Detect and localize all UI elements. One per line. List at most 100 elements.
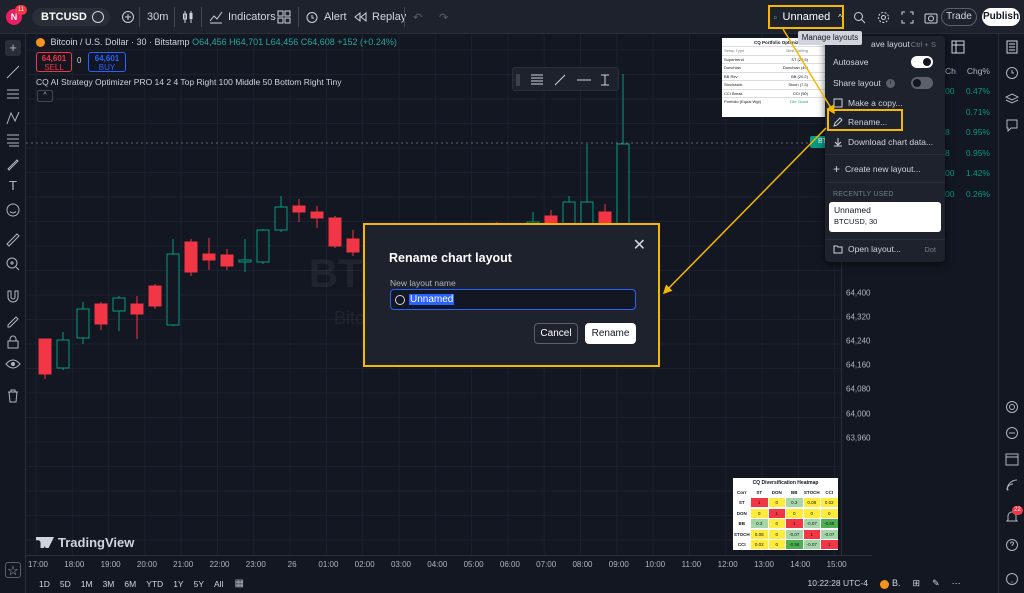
- chart-legend[interactable]: Bitcoin / U.S. Dollar · 30 · Bitstamp O6…: [36, 37, 397, 48]
- autosave-item[interactable]: Autosave: [833, 54, 939, 70]
- redo-button[interactable]: ↷: [432, 5, 455, 29]
- range-button[interactable]: All: [209, 579, 228, 589]
- watchlist-change-percent[interactable]: 0.95%: [966, 148, 990, 158]
- range-button[interactable]: 5Y: [189, 579, 209, 589]
- range-button[interactable]: 1D: [34, 579, 55, 589]
- range-button[interactable]: 6M: [119, 579, 141, 589]
- magnet-icon[interactable]: [5, 288, 21, 304]
- star-icon[interactable]: ☆: [5, 562, 21, 578]
- candle-body: [184, 241, 198, 273]
- range-button[interactable]: 3M: [98, 579, 120, 589]
- settings-button[interactable]: [870, 5, 897, 29]
- watchlist-change-percent[interactable]: 0.95%: [966, 127, 990, 137]
- info-icon[interactable]: i: [885, 78, 895, 88]
- lock-icon[interactable]: [5, 334, 21, 350]
- watchlist-change-percent[interactable]: 0.71%: [966, 107, 990, 117]
- watchlist-change-percent[interactable]: 0.47%: [966, 86, 990, 96]
- bottom-symbol[interactable]: B.: [880, 578, 901, 589]
- emoji-icon[interactable]: [5, 202, 21, 218]
- collapse-legend-icon[interactable]: ^: [37, 90, 53, 102]
- sell-button[interactable]: 64,601 SELL: [36, 52, 72, 72]
- gear-icon: [878, 11, 889, 23]
- chart-type-button[interactable]: [174, 5, 202, 29]
- publish-button[interactable]: Publish: [982, 8, 1020, 26]
- clock-time[interactable]: 10:22:28 UTC-4: [808, 578, 868, 588]
- target-icon[interactable]: [1004, 400, 1020, 416]
- time-label: 18:00: [64, 560, 85, 569]
- chevron-up-icon[interactable]: ^: [838, 13, 842, 22]
- watchlist-icon[interactable]: [1004, 40, 1020, 56]
- chat-icon[interactable]: [1004, 118, 1020, 134]
- text-icon[interactable]: T: [5, 178, 21, 194]
- quick-search-button[interactable]: [846, 5, 873, 29]
- watchlist-change[interactable]: 00: [945, 168, 954, 178]
- range-button[interactable]: YTD: [141, 579, 168, 589]
- fib-retracement-icon[interactable]: [5, 132, 21, 148]
- calendar-icon[interactable]: [1004, 452, 1020, 468]
- brush-icon[interactable]: [5, 156, 21, 172]
- watchlist-change[interactable]: 00: [945, 86, 954, 96]
- save-layout-label: ave layout: [871, 39, 910, 49]
- zoom-in-icon[interactable]: [5, 256, 21, 272]
- range-button[interactable]: 1M: [76, 579, 98, 589]
- layout-name-button[interactable]: Unnamed ^: [768, 5, 844, 29]
- trend-line-icon[interactable]: [5, 64, 21, 80]
- tradingview-logo[interactable]: TradingView: [36, 535, 134, 550]
- watchlist-change[interactable]: 8: [945, 148, 950, 158]
- watchlist-change-percent[interactable]: 1.42%: [966, 168, 990, 178]
- ruler-icon[interactable]: [5, 232, 21, 248]
- watchlist-change[interactable]: 8: [945, 127, 950, 137]
- download-data-item[interactable]: Download chart data...: [833, 134, 939, 150]
- alerts-clock-icon[interactable]: [1004, 66, 1020, 82]
- parallel-lines-icon[interactable]: [5, 86, 21, 102]
- floating-toolbar-icons: [516, 74, 609, 86]
- broadcast-icon[interactable]: [1004, 478, 1020, 494]
- autosave-toggle[interactable]: [911, 56, 933, 68]
- heatmap-cell: 0: [786, 508, 803, 518]
- edit-icon[interactable]: ✎: [932, 578, 940, 589]
- range-button[interactable]: 5D: [55, 579, 76, 589]
- watchlist-change-percent[interactable]: 0.26%: [966, 189, 990, 199]
- grid-icon[interactable]: ⊞: [913, 578, 921, 589]
- toggle-knob: [913, 79, 921, 87]
- trade-button[interactable]: Trade: [941, 8, 977, 26]
- ideas-icon[interactable]: [1004, 426, 1020, 442]
- heatmap-title: CQ Diversification Heatmap: [752, 480, 819, 486]
- more-icon[interactable]: ⋯: [952, 578, 961, 589]
- trash-icon[interactable]: [5, 388, 21, 404]
- buy-button[interactable]: 64,601 BUY: [88, 52, 126, 72]
- calendar-icon[interactable]: ▦: [234, 578, 243, 589]
- indicator-legend[interactable]: CQ AI Strategy Optimizer PRO 14 2 4 Top …: [36, 77, 342, 87]
- rename-button[interactable]: Rename: [585, 323, 636, 344]
- create-layout-item[interactable]: + Create new layout...: [833, 161, 939, 177]
- cancel-button[interactable]: Cancel: [534, 323, 578, 344]
- layout-grid-button[interactable]: [270, 5, 298, 29]
- undo-button[interactable]: ↶: [406, 5, 429, 29]
- help-icon[interactable]: [1004, 538, 1020, 554]
- recent-layout-item[interactable]: Unnamed BTCUSD, 30: [829, 202, 941, 232]
- symbol-search[interactable]: BTCUSD: [32, 8, 110, 26]
- question-icon[interactable]: [1004, 572, 1020, 588]
- crosshair-icon[interactable]: +: [5, 40, 21, 56]
- close-icon[interactable]: ✕: [633, 235, 646, 255]
- range-button[interactable]: 1Y: [168, 579, 188, 589]
- emoji-picker-icon[interactable]: [395, 294, 405, 305]
- open-layout-item[interactable]: Open layout... Dot: [833, 241, 939, 257]
- compare-symbol-button[interactable]: [114, 5, 142, 29]
- watchlist-table-icon[interactable]: [951, 40, 965, 54]
- plus-icon: +: [833, 162, 841, 176]
- layout-name-input[interactable]: Unnamed: [390, 289, 636, 310]
- time-label: 05:00: [463, 560, 484, 569]
- time-axis[interactable]: 17:00 18:00 19:00 20:00 21:00 22:00 23:00 26 01:…: [26, 555, 872, 574]
- watchlist-change[interactable]: 00: [945, 189, 954, 199]
- share-layout-item[interactable]: Share layout i: [833, 75, 939, 91]
- pitchfork-icon[interactable]: [5, 110, 21, 126]
- interval-button[interactable]: 30m: [140, 5, 175, 29]
- eye-icon[interactable]: [5, 356, 21, 372]
- layers-icon[interactable]: [1004, 92, 1020, 108]
- symbol-info-icon[interactable]: [92, 11, 104, 23]
- watchlist-col-chg[interactable]: Chg%: [967, 66, 990, 76]
- share-layout-toggle[interactable]: [911, 77, 933, 89]
- layout-name-value[interactable]: Unnamed: [409, 294, 455, 305]
- stay-in-drawing-icon[interactable]: [5, 312, 21, 328]
